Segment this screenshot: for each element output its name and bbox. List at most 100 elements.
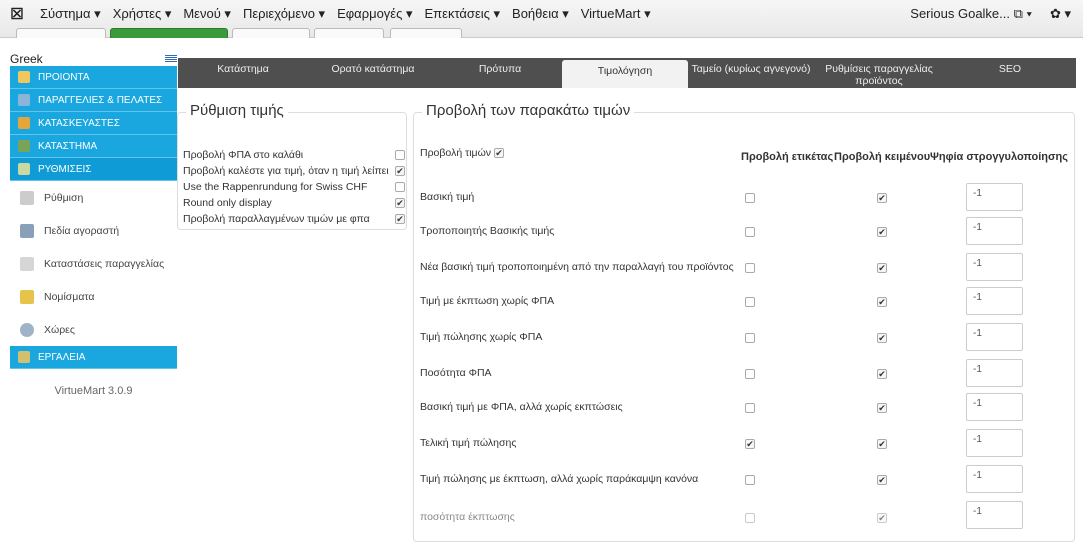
toolbar-strip — [0, 28, 1083, 38]
show-label-checkbox[interactable] — [745, 513, 755, 523]
rounding-input[interactable]: -1 — [966, 183, 1023, 211]
show-text-checkbox[interactable]: ✔ — [877, 439, 887, 449]
sidebar-item-label: ΚΑΤΑΣΤΗΜΑ — [38, 140, 98, 152]
show-label-checkbox[interactable] — [745, 403, 755, 413]
rounding-input[interactable]: -1 — [966, 465, 1023, 493]
sidebar-sub-configuration[interactable]: Ρύθμιση — [10, 181, 177, 214]
settings-gear-icon[interactable]: ✿ ▾ — [1038, 6, 1083, 22]
wrench-icon — [18, 117, 30, 129]
rounding-input[interactable]: -1 — [966, 429, 1023, 457]
greek-flag-icon[interactable] — [165, 55, 177, 63]
toolbar-button[interactable] — [390, 28, 462, 38]
option-checkbox[interactable] — [395, 150, 405, 160]
sidebar-item-products[interactable]: ΠΡΟΙΟΝΤΑ — [10, 66, 177, 89]
show-label-checkbox[interactable] — [745, 475, 755, 485]
menu-users[interactable]: Χρήστες ▾ — [107, 6, 178, 22]
tab-checkout[interactable]: Ταμείο (κυρίως αγνεγονό) — [688, 58, 814, 88]
show-text-checkbox[interactable]: ✔ — [877, 369, 887, 379]
tab-pricing[interactable]: Τιμολόγηση — [562, 60, 688, 88]
sidebar-item-manufacturers[interactable]: ΚΑΤΑΣΚΕΥΑΣΤΕΣ — [10, 112, 177, 135]
show-text-checkbox[interactable]: ✔ — [877, 475, 887, 485]
tab-product-order-settings[interactable]: Ρυθμίσεις παραγγελίας προϊόντος — [814, 58, 944, 88]
menu-extensions[interactable]: Επεκτάσεις ▾ — [419, 6, 507, 22]
col-header-show-label: Προβολή ετικέτας — [741, 151, 834, 163]
menu-components[interactable]: Εφαρμογές ▾ — [331, 6, 418, 22]
form-icon — [20, 223, 34, 238]
pricing-config-legend: Ρύθμιση τιμής — [186, 102, 288, 119]
option-label: Round only display — [183, 197, 272, 209]
toolbar-save-button[interactable] — [110, 28, 228, 38]
show-label-checkbox[interactable] — [745, 333, 755, 343]
tab-templates[interactable]: Πρότυπα — [438, 58, 562, 88]
sidebar-item-configuration[interactable]: ΡΥΘΜΙΣΕΙΣ — [10, 158, 177, 181]
menu-menus[interactable]: Μενού ▾ — [177, 6, 237, 22]
price-row-label: Τροποποιητής Βασικής τιμής — [420, 225, 555, 237]
show-text-checkbox[interactable]: ✔ — [877, 227, 887, 237]
show-label-checkbox[interactable] — [745, 263, 755, 273]
option-row: Προβολή καλέστε για τιμή, όταν η τιμή λε… — [183, 163, 389, 179]
coins-icon — [20, 289, 34, 304]
rounding-input[interactable]: -1 — [966, 253, 1023, 281]
show-text-checkbox[interactable]: ✔ — [877, 513, 887, 523]
price-row-label: Βασική τιμή με ΦΠΑ, αλλά χωρίς εκπτώσεις — [420, 401, 623, 413]
show-text-checkbox[interactable]: ✔ — [877, 297, 887, 307]
price-row-label: Τιμή πώλησης με έκπτωση, αλλά χωρίς παρά… — [420, 473, 699, 485]
show-text-checkbox[interactable]: ✔ — [877, 333, 887, 343]
rounding-input[interactable]: -1 — [966, 501, 1023, 529]
option-label: Προβολή καλέστε για τιμή, όταν η τιμή λε… — [183, 165, 389, 177]
sidebar: Greek ΠΡΟΙΟΝΤΑ ΠΑΡΑΓΓΕΛΙΕΣ & ΠΕΛΑΤΕΣ ΚΑΤ… — [10, 52, 177, 528]
sidebar-sub-label: Νομίσματα — [44, 290, 95, 303]
option-checkbox[interactable]: ✔ — [395, 166, 405, 176]
sidebar-sub-order-statuses[interactable]: Καταστάσεις παραγγελίας — [10, 247, 177, 280]
toolbar-button[interactable] — [232, 28, 310, 38]
sidebar-item-orders[interactable]: ΠΑΡΑΓΓΕΛΙΕΣ & ΠΕΛΑΤΕΣ — [10, 89, 177, 112]
top-bar: ☒ Σύστημα ▾ Χρήστες ▾ Μενού ▾ Περιεχόμεν… — [0, 0, 1083, 38]
tab-seo[interactable]: SEO — [944, 58, 1076, 88]
show-label-checkbox[interactable]: ✔ — [745, 439, 755, 449]
show-label-checkbox[interactable] — [745, 369, 755, 379]
col-header-rounding: Ψηφία στρογγυλοποίησης — [930, 151, 1068, 163]
show-prices-label: Προβολή τιμών — [420, 147, 492, 159]
menu-help[interactable]: Βοήθεια ▾ — [506, 6, 575, 22]
rounding-input[interactable]: -1 — [966, 359, 1023, 387]
show-text-checkbox[interactable]: ✔ — [877, 403, 887, 413]
price-display-legend: Προβολή των παρακάτω τιμών — [422, 102, 635, 119]
sidebar-item-label: ΕΡΓΑΛΕΙΑ — [38, 351, 86, 363]
tab-shop[interactable]: Κατάστημα — [178, 58, 308, 88]
toolbar-button[interactable] — [314, 28, 384, 38]
col-header-show-text: Προβολή κειμένου — [834, 151, 931, 163]
sidebar-sub-currencies[interactable]: Νομίσματα — [10, 280, 177, 313]
sidebar-sub-shopper-fields[interactable]: Πεδία αγοραστή — [10, 214, 177, 247]
show-text-checkbox[interactable]: ✔ — [877, 263, 887, 273]
sidebar-sub-label: Ρύθμιση — [44, 191, 84, 204]
user-menu[interactable]: Serious Goalke... ⧉ ▾ — [904, 6, 1038, 22]
show-label-checkbox[interactable] — [745, 297, 755, 307]
menu-content[interactable]: Περιεχόμενο ▾ — [237, 6, 331, 22]
option-checkbox[interactable]: ✔ — [395, 214, 405, 224]
option-label: Προβολή ΦΠΑ στο καλάθι — [183, 149, 304, 161]
version-label: VirtueMart 3.0.9 — [54, 385, 133, 397]
menu-virtuemart[interactable]: VirtueMart ▾ — [575, 6, 657, 22]
tab-shop-front[interactable]: Ορατό κατάστημα — [308, 58, 438, 88]
rounding-input[interactable]: -1 — [966, 393, 1023, 421]
rounding-input[interactable]: -1 — [966, 323, 1023, 351]
price-row-label: Τιμή πώλησης χωρίς ΦΠΑ — [420, 331, 543, 343]
show-label-checkbox[interactable] — [745, 193, 755, 203]
price-row-label: Ποσότητα ΦΠΑ — [420, 367, 492, 379]
option-label: Use the Rappenrundung for Swiss CHF — [183, 181, 368, 193]
joomla-logo-icon[interactable]: ☒ — [0, 5, 34, 23]
tools-icon — [18, 351, 30, 363]
sidebar-item-shop[interactable]: ΚΑΤΑΣΤΗΜΑ — [10, 135, 177, 158]
rounding-input[interactable]: -1 — [966, 287, 1023, 315]
sidebar-sub-countries[interactable]: Χώρες — [10, 313, 177, 346]
show-label-checkbox[interactable] — [745, 227, 755, 237]
price-display-fieldset: Προβολή των παρακάτω τιμών Προβολή τιμών… — [413, 102, 1075, 542]
show-text-checkbox[interactable]: ✔ — [877, 193, 887, 203]
toolbar-button[interactable] — [16, 28, 106, 38]
menu-system[interactable]: Σύστημα ▾ — [34, 6, 107, 22]
rounding-input[interactable]: -1 — [966, 217, 1023, 245]
option-checkbox[interactable] — [395, 182, 405, 192]
option-checkbox[interactable]: ✔ — [395, 198, 405, 208]
sidebar-item-tools[interactable]: ΕΡΓΑΛΕΙΑ — [10, 346, 177, 369]
show-prices-checkbox[interactable]: ✔ — [494, 148, 505, 158]
